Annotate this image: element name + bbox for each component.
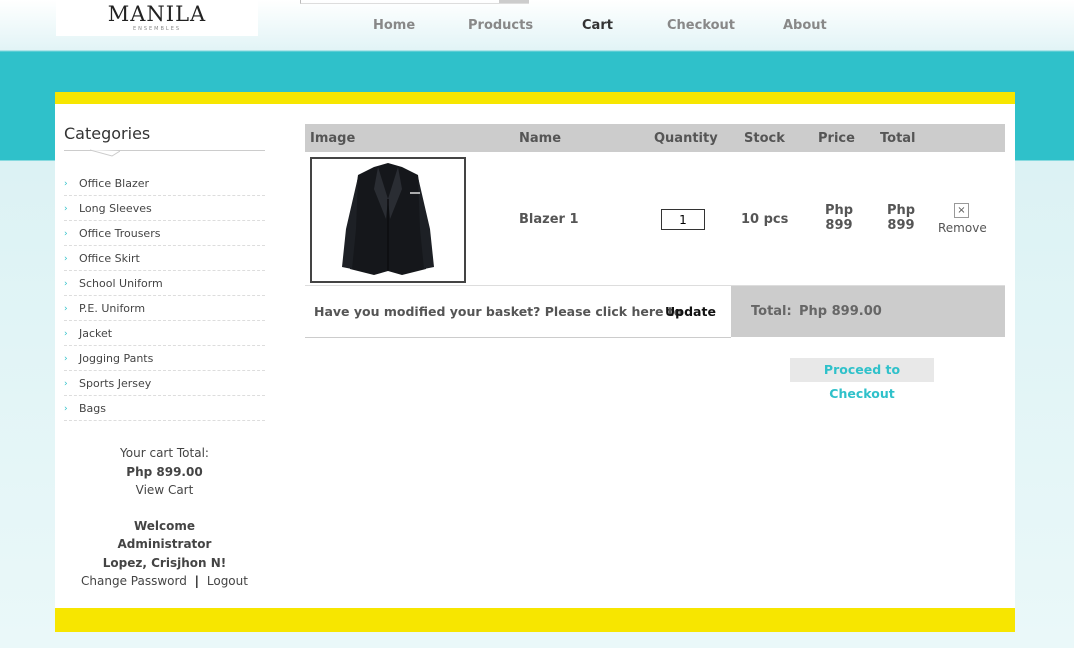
header-total: Total [880, 131, 916, 146]
yellow-band-top [55, 92, 1015, 104]
chevron-right-icon: › [64, 278, 68, 289]
item-stock: 10 pcs [741, 212, 789, 227]
close-icon[interactable]: × [954, 203, 969, 218]
quantity-input[interactable] [661, 209, 705, 230]
proceed-to-checkout-button[interactable]: Proceed to Checkout [790, 358, 934, 401]
chevron-right-icon: › [64, 303, 68, 314]
link-separator: | [194, 574, 200, 588]
grand-total-label: Total: [751, 304, 792, 319]
header-name: Name [519, 131, 562, 146]
header-image: Image [310, 131, 356, 146]
total-value: 899 [887, 218, 915, 233]
nav-about[interactable]: About [783, 18, 827, 33]
category-item[interactable]: › Bags [64, 397, 265, 421]
category-label: Jacket [79, 327, 113, 340]
view-cart-link[interactable]: View Cart [64, 481, 265, 500]
chevron-right-icon: › [64, 253, 68, 264]
chevron-right-icon: › [64, 353, 68, 364]
nav-products[interactable]: Products [468, 18, 533, 33]
category-list: › Office Blazer › Long Sleeves › Office Tro… [64, 172, 265, 422]
item-total: Php 899 [887, 203, 915, 233]
category-item[interactable]: › School Uniform [64, 272, 265, 296]
nav-home[interactable]: Home [373, 18, 415, 33]
yellow-band-bottom [55, 608, 1015, 632]
main-nav: Home Products Cart Checkout About [0, 18, 1074, 34]
cart-table-header: Image Name Quantity Stock Price Total [305, 124, 1005, 152]
category-label: Office Trousers [79, 227, 161, 240]
item-name: Blazer 1 [519, 212, 579, 227]
header-price: Price [818, 131, 855, 146]
category-item[interactable]: › Long Sleeves [64, 197, 265, 221]
user-role: Administrator [117, 537, 212, 551]
category-label: Office Skirt [79, 252, 140, 265]
change-password-link[interactable]: Change Password [81, 574, 187, 588]
header-quantity: Quantity [654, 131, 718, 146]
category-item[interactable]: › Office Skirt [64, 247, 265, 271]
content-panel: Categories › Office Blazer › Long Sleeves … [55, 92, 1015, 632]
category-label: Long Sleeves [79, 202, 152, 215]
price-currency: Php [825, 203, 854, 218]
chevron-right-icon: › [64, 378, 68, 389]
cart-total-value: Php 899.00 [126, 464, 203, 479]
update-row-divider [305, 337, 731, 338]
chevron-right-icon: › [64, 203, 68, 214]
categories-divider-notch [90, 149, 120, 157]
category-item[interactable]: › Jacket [64, 322, 265, 346]
chevron-right-icon: › [64, 178, 68, 189]
nav-checkout[interactable]: Checkout [667, 18, 735, 33]
logout-link[interactable]: Logout [207, 574, 248, 588]
price-value: 899 [825, 218, 853, 233]
account-links: Change Password | Logout [64, 572, 265, 591]
grand-total-value: Php 899.00 [799, 304, 882, 319]
chevron-right-icon: › [64, 403, 68, 414]
update-prompt: Have you modified your basket? Please cl… [314, 304, 683, 319]
item-price: Php 899 [825, 203, 853, 233]
category-item[interactable]: › P.E. Uniform [64, 297, 265, 321]
total-currency: Php [887, 203, 916, 218]
user-name: Lopez, Crisjhon N! [102, 555, 227, 570]
category-item[interactable]: › Sports Jersey [64, 372, 265, 396]
category-label: Jogging Pants [79, 352, 154, 365]
cart-total-box: Total: Php 899.00 [731, 286, 1005, 337]
welcome-text: Welcome [133, 518, 196, 533]
cart-total-label: Your cart Total: [120, 446, 209, 460]
category-label: P.E. Uniform [79, 302, 146, 315]
category-item[interactable]: › Office Blazer [64, 172, 265, 196]
category-item[interactable]: › Office Trousers [64, 222, 265, 246]
blazer-image [342, 163, 434, 275]
top-decoration [300, 0, 529, 4]
category-label: Office Blazer [79, 177, 150, 190]
remove-link[interactable]: Remove [938, 221, 987, 235]
update-button[interactable]: Update [665, 304, 716, 319]
header-stock: Stock [744, 131, 785, 146]
category-label: Bags [79, 402, 107, 415]
category-label: School Uniform [79, 277, 163, 290]
category-label: Sports Jersey [79, 377, 152, 390]
nav-cart[interactable]: Cart [582, 18, 613, 33]
chevron-right-icon: › [64, 228, 68, 239]
category-item[interactable]: › Jogging Pants [64, 347, 265, 371]
chevron-right-icon: › [64, 328, 68, 339]
sidebar-account-info: Your cart Total: Php 899.00 View Cart We… [64, 444, 265, 591]
product-image[interactable] [310, 157, 466, 283]
update-basket-row: Have you modified your basket? Please cl… [305, 286, 731, 337]
categories-heading: Categories [64, 124, 151, 143]
